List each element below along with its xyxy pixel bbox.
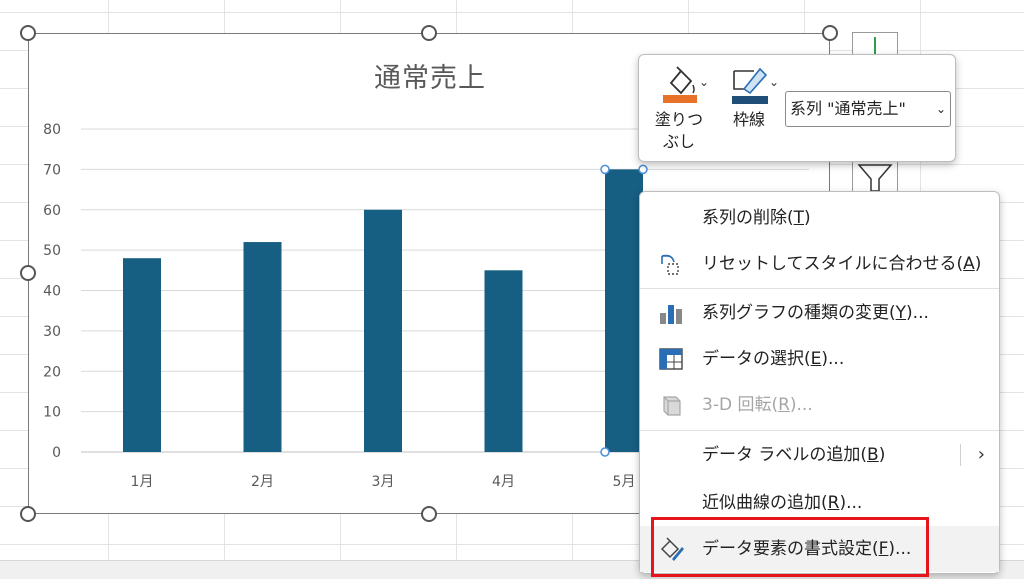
x-tick-label: 1月 [131, 474, 154, 490]
menu-suffix: )... [888, 539, 912, 559]
menu-label: 近似曲線の追加( [702, 493, 828, 513]
menu-suffix: ) [878, 445, 886, 465]
menu-accel-key: F [878, 539, 889, 559]
menu-item-delete-series[interactable]: 系列の削除(T) [640, 195, 999, 241]
menu-suffix: )... [789, 395, 813, 415]
y-tick-label: 70 [43, 162, 61, 178]
menu-label: リセットしてスタイルに合わせる( [702, 254, 964, 274]
paint-bucket-icon [663, 66, 697, 103]
resize-handle-bottom-center[interactable] [421, 506, 437, 522]
menu-item-add-trendline[interactable]: 近似曲線の追加(R)... [640, 480, 999, 526]
menu-label: データの選択( [702, 349, 811, 369]
y-tick-label: 50 [43, 243, 61, 259]
y-tick-label: 0 [52, 445, 61, 461]
context-menu: 系列の削除(T) リセットしてスタイルに合わせる(A) 系列グラフの種類の変更(… [639, 191, 1000, 574]
menu-accel-key: R [827, 493, 840, 513]
menu-accel-key: T [793, 208, 805, 228]
menu-accel-key: Y [895, 303, 907, 323]
menu-separator [640, 288, 999, 289]
outline-button[interactable]: 枠線 [719, 63, 779, 131]
menu-suffix: ) [974, 254, 982, 274]
fill-label-line2: ぶし [662, 132, 695, 151]
menu-suffix: ) [804, 208, 811, 228]
bar-2[interactable] [243, 242, 282, 452]
menu-item-reset-style[interactable]: リセットしてスタイルに合わせる(A) [640, 241, 999, 287]
select-data-icon [659, 348, 683, 370]
outline-dropdown-chevron-icon[interactable]: ⌄ [769, 75, 779, 89]
outline-label: 枠線 [732, 110, 765, 129]
y-tick-label: 80 [43, 122, 61, 138]
resize-handle-top-left[interactable] [20, 25, 36, 41]
submenu-divider [960, 444, 961, 466]
menu-label: 系列の削除( [702, 208, 794, 228]
mini-toolbar: 塗りつ ぶし ⌄ 枠線 ⌄ 系列 "通常売上" ⌄ [638, 54, 956, 162]
format-data-point-icon [660, 537, 684, 561]
data-point-selection-handle[interactable] [600, 164, 610, 175]
menu-suffix: )... [906, 303, 929, 323]
bar-1[interactable] [123, 258, 161, 452]
x-tick-label: 5月 [613, 474, 636, 490]
menu-separator [640, 430, 999, 431]
y-tick-label: 60 [43, 203, 61, 219]
menu-item-format-data-point[interactable]: データ要素の書式設定(F)... [640, 526, 999, 572]
resize-handle-bottom-left[interactable] [20, 506, 36, 522]
filter-icon [857, 164, 893, 192]
change-chart-type-icon [660, 305, 682, 324]
menu-suffix: )... [839, 493, 863, 513]
outline-pen-icon [732, 67, 768, 104]
menu-item-3d-rotation: 3-D 回転(R)... [640, 382, 999, 428]
menu-item-select-data[interactable]: データの選択(E)... [640, 336, 999, 382]
menu-suffix: )... [821, 349, 845, 369]
data-point-selection-handle[interactable] [638, 164, 648, 175]
x-tick-label: 4月 [492, 474, 515, 490]
rotation-3d-icon [663, 396, 681, 416]
menu-accel-key: R [778, 395, 790, 415]
menu-label: 3-D 回転( [702, 395, 779, 415]
resize-handle-top-right[interactable] [822, 25, 838, 41]
menu-item-change-chart-type[interactable]: 系列グラフの種類の変更(Y)... [640, 290, 999, 336]
menu-accel-key: A [963, 254, 975, 274]
resize-handle-top-center[interactable] [421, 25, 437, 41]
menu-label: データ ラベルの追加( [702, 445, 868, 465]
menu-label: データ要素の書式設定( [702, 539, 879, 559]
y-tick-label: 40 [43, 284, 61, 300]
bar-4[interactable] [484, 270, 523, 452]
menu-item-add-data-labels[interactable]: データ ラベルの追加(B) › [640, 432, 999, 478]
series-selector-value: 系列 "通常売上" [790, 99, 906, 118]
fill-label-line1: 塗りつ [654, 110, 704, 129]
bar-3[interactable] [364, 209, 402, 452]
y-tick-label: 10 [43, 405, 61, 421]
chevron-right-icon[interactable]: › [978, 432, 985, 478]
menu-accel-key: B [867, 445, 879, 465]
series-selector-dropdown[interactable]: 系列 "通常売上" ⌄ [785, 91, 951, 127]
x-tick-label: 2月 [251, 474, 274, 490]
menu-label: 系列グラフの種類の変更( [702, 303, 896, 323]
y-tick-label: 30 [43, 324, 61, 340]
bar-5[interactable] [605, 169, 643, 452]
chevron-down-icon: ⌄ [935, 102, 946, 116]
y-tick-label: 20 [43, 364, 61, 380]
data-point-selection-handle[interactable] [600, 447, 610, 457]
x-tick-label: 3月 [372, 474, 395, 490]
reset-style-icon [661, 254, 679, 275]
fill-dropdown-chevron-icon[interactable]: ⌄ [699, 75, 709, 89]
menu-accel-key: E [810, 349, 822, 369]
resize-handle-middle-left[interactable] [20, 265, 36, 281]
